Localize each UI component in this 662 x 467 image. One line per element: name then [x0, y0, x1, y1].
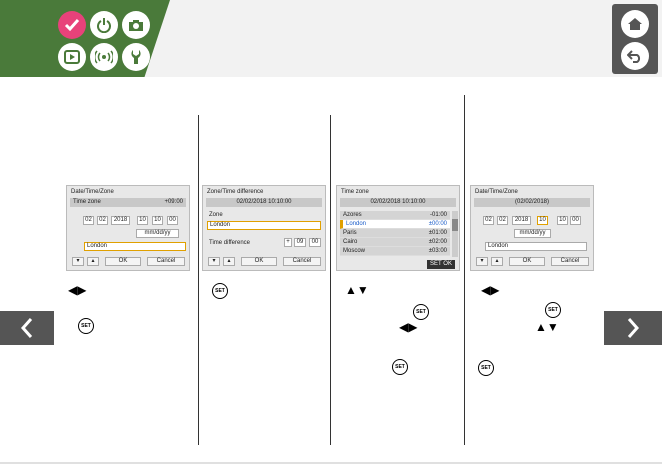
set-button-icon: SET — [478, 360, 494, 376]
previous-page-button[interactable] — [0, 311, 54, 345]
left-right-arrows-icon: ◀▶ — [399, 320, 418, 334]
zone-field[interactable]: London — [207, 221, 321, 230]
screen-time-zone-list: Time zone 02/02/2018 10:10:00 Azores -01:… — [336, 185, 460, 271]
up-down-arrows-icon: ▲▼ — [535, 320, 559, 334]
left-right-arrows-icon: ◀▶ — [481, 283, 500, 297]
column-divider — [330, 115, 331, 445]
time-difference-label: Time difference — [209, 240, 251, 246]
column-divider — [198, 115, 199, 445]
zone-list-item[interactable]: Cairo ±02:00 — [340, 238, 450, 247]
checkmark-tab-icon[interactable] — [58, 11, 86, 39]
set-button-icon: SET — [413, 304, 429, 320]
home-icon[interactable] — [621, 10, 649, 38]
zone-offset: ±03:00 — [428, 248, 447, 254]
zone-offset: ±00:00 — [428, 221, 447, 227]
cancel-button[interactable]: Cancel — [147, 257, 185, 266]
zone-list-item[interactable]: Paris ±01:00 — [340, 229, 450, 238]
header — [0, 0, 662, 77]
zone-name: Cairo — [343, 239, 358, 245]
cancel-button[interactable]: Cancel — [283, 257, 321, 266]
zone-offset: ±01:00 — [428, 230, 447, 236]
screen-date-time-zone: Date/Time/Zone Time zone +09:00 02 02 20… — [66, 185, 190, 271]
zone-name: Paris — [343, 230, 357, 236]
set-button-icon: SET — [392, 359, 408, 375]
footer-line — [0, 462, 662, 464]
wireless-tab-icon[interactable] — [90, 43, 118, 71]
set-button-icon: SET — [78, 318, 94, 334]
minute-field[interactable]: 10 — [557, 216, 568, 225]
column-divider — [464, 95, 465, 445]
ok-button[interactable]: OK — [509, 257, 545, 266]
set-ok-button[interactable]: SET OK — [427, 260, 455, 269]
up-button[interactable]: ▴ — [87, 257, 99, 266]
up-down-arrows-icon: ▲▼ — [345, 283, 369, 297]
zone-label: Zone — [209, 212, 223, 218]
diff-hour-field[interactable]: 09 — [294, 238, 306, 247]
screen-title: Time zone — [341, 189, 369, 195]
screen-date-time-zone-confirm: Date/Time/Zone (02/02/2018) 02 02 2018 1… — [470, 185, 594, 271]
screen-title: Date/Time/Zone — [71, 189, 114, 195]
set-button-icon: SET — [212, 283, 228, 299]
zone-list-item[interactable]: London ±00:00 — [340, 220, 450, 229]
up-button[interactable]: ▴ — [491, 257, 503, 266]
screen-title: Zone/Time difference — [207, 189, 264, 195]
datetime-bar: 02/02/2018 10:10:00 — [206, 198, 322, 207]
zone-name: Azores — [343, 212, 362, 218]
screen-title: Date/Time/Zone — [475, 189, 518, 195]
date-format-field[interactable]: mm/dd/yy — [136, 229, 179, 238]
cancel-button[interactable]: Cancel — [551, 257, 589, 266]
up-button[interactable]: ▴ — [223, 257, 235, 266]
wrench-tab-icon[interactable] — [122, 43, 150, 71]
next-page-button[interactable] — [604, 311, 662, 345]
camera-tab-icon[interactable] — [122, 11, 150, 39]
zone-name: London — [346, 221, 367, 227]
date-display-bar: (02/02/2018) — [474, 198, 590, 207]
hour-field[interactable]: 10 — [537, 216, 548, 225]
home-back-panel — [612, 4, 658, 74]
power-tab-icon[interactable] — [90, 11, 118, 39]
playback-tab-icon[interactable] — [58, 43, 86, 71]
minute-field[interactable]: 10 — [152, 216, 163, 225]
diff-sign-field[interactable]: + — [284, 238, 292, 247]
zone-offset: -01:00 — [429, 212, 447, 218]
time-zone-row[interactable]: Time zone +09:00 — [70, 198, 186, 207]
down-button[interactable]: ▾ — [72, 257, 84, 266]
day-field[interactable]: 02 — [97, 216, 108, 225]
city-field[interactable]: London — [84, 242, 186, 251]
ok-button[interactable]: OK — [105, 257, 141, 266]
datetime-bar: 02/02/2018 10:10:00 — [340, 198, 456, 207]
scrollbar[interactable] — [452, 211, 458, 257]
city-field[interactable]: London — [485, 242, 587, 251]
diff-minute-field[interactable]: 00 — [309, 238, 321, 247]
hour-field[interactable]: 10 — [137, 216, 148, 225]
year-field[interactable]: 2018 — [111, 216, 130, 225]
zone-list-item[interactable]: Azores -01:00 — [340, 211, 450, 220]
year-field[interactable]: 2018 — [512, 216, 531, 225]
ok-button[interactable]: OK — [241, 257, 277, 266]
month-field[interactable]: 02 — [483, 216, 494, 225]
zone-list-item[interactable]: Moscow ±03:00 — [340, 247, 450, 256]
zone-name: Moscow — [343, 248, 366, 254]
month-field[interactable]: 02 — [83, 216, 94, 225]
date-format-field[interactable]: mm/dd/yy — [514, 229, 551, 238]
down-button[interactable]: ▾ — [208, 257, 220, 266]
zone-offset: ±02:00 — [428, 239, 447, 245]
set-button-icon: SET — [545, 302, 561, 318]
second-field[interactable]: 00 — [570, 216, 581, 225]
zone-list: Azores -01:00 London ±00:00 Paris ±01:00 Cairo… — [340, 211, 450, 256]
down-button[interactable]: ▾ — [476, 257, 488, 266]
screen-zone-time-difference: Zone/Time difference 02/02/2018 10:10:00… — [202, 185, 326, 271]
left-right-arrows-icon: ◀▶ — [68, 283, 87, 297]
second-field[interactable]: 00 — [167, 216, 178, 225]
scrollbar-thumb[interactable] — [452, 219, 458, 231]
back-icon[interactable] — [621, 42, 649, 70]
day-field[interactable]: 02 — [497, 216, 508, 225]
